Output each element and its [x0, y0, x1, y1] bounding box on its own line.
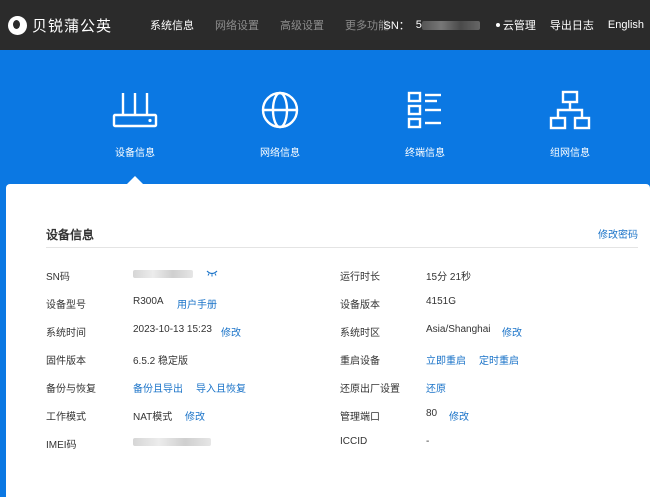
tab-client-info[interactable]: 终端信息 — [380, 90, 470, 159]
main-nav: 系统信息 网络设置 高级设置 更多功能 — [150, 17, 410, 33]
nav-more-features[interactable]: 更多功能 — [345, 17, 389, 33]
backup-export-link[interactable]: 备份且导出 — [133, 380, 183, 395]
import-restore-link[interactable]: 导入且恢复 — [196, 380, 246, 395]
imei-redacted — [133, 438, 211, 446]
uptime-label: 运行时长 — [340, 272, 380, 283]
uptime-value: 15分 21秒 — [426, 272, 472, 283]
panel-title: 设备信息 — [46, 228, 95, 242]
language-switch[interactable]: English — [608, 19, 644, 31]
edit-port-link[interactable]: 修改 — [449, 408, 469, 423]
mgmt-port-value: 80 — [426, 408, 438, 419]
tab-network-info[interactable]: 网络信息 — [235, 90, 325, 159]
info-row-backup: 备份与恢复 备份且导出 导入且恢复 还原出厂设置 还原 — [46, 380, 638, 396]
firmware-value: 6.5.2 稳定版 — [133, 356, 189, 367]
timezone-value: Asia/Shanghai — [426, 324, 491, 335]
globe-icon — [261, 91, 299, 129]
nav-system-info[interactable]: 系统信息 — [150, 17, 194, 33]
tab-networking-info[interactable]: 组网信息 — [525, 90, 615, 159]
router-icon — [112, 93, 158, 128]
top-bar: 贝锐蒲公英 系统信息 网络设置 高级设置 更多功能 SN： 5 云管理 导出日志 … — [0, 0, 650, 50]
imei-label: IMEI码 — [46, 440, 77, 451]
scheduled-reboot-link[interactable]: 定时重启 — [479, 352, 519, 367]
work-mode-label: 工作模式 — [46, 412, 86, 423]
timezone-label: 系统时区 — [340, 328, 380, 339]
panel-header: 设备信息 修改密码 — [46, 224, 638, 248]
device-info-panel: 设备信息 修改密码 SN码 运行时长 15分 21秒 设备型号 R300A 用户… — [6, 184, 650, 497]
nav-network-settings[interactable]: 网络设置 — [215, 17, 259, 33]
info-row-time: 系统时间 2023-10-13 15:23 修改 系统时区 Asia/Shang… — [46, 324, 638, 340]
edit-time-link[interactable]: 修改 — [221, 324, 241, 339]
system-time-value: 2023-10-13 15:23 — [133, 324, 212, 335]
dot-icon — [495, 23, 500, 27]
active-tab-indicator — [127, 176, 143, 184]
device-version-value: 4151G — [426, 296, 457, 307]
tab-label: 终端信息 — [405, 148, 445, 159]
sn-redacted — [421, 20, 480, 30]
list-icon — [407, 91, 441, 129]
tab-device-info[interactable]: 设备信息 — [90, 90, 180, 159]
header-actions: SN： 5 云管理 导出日志 English — [384, 0, 644, 50]
mgmt-port-label: 管理端口 — [340, 412, 380, 423]
brand-logo[interactable]: 贝锐蒲公英 — [8, 15, 112, 36]
change-password-link[interactable]: 修改密码 — [598, 226, 638, 241]
factory-reset-link[interactable]: 还原 — [426, 380, 446, 395]
brand-icon — [8, 15, 27, 35]
info-tabs-banner: 设备信息 网络信息 终端信息 组网信息 — [0, 50, 650, 184]
factory-reset-label: 还原出厂设置 — [340, 384, 400, 395]
model-label: 设备型号 — [46, 300, 86, 311]
reboot-now-link[interactable]: 立即重启 — [426, 352, 466, 367]
eye-closed-icon[interactable] — [206, 269, 218, 277]
user-manual-link[interactable]: 用户手册 — [177, 296, 217, 311]
sn-label: SN： — [383, 20, 410, 32]
iccid-label: ICCID — [340, 436, 368, 447]
info-row-model: 设备型号 R300A 用户手册 设备版本 4151G — [46, 296, 638, 312]
tab-label: 网络信息 — [260, 148, 300, 159]
cloud-manage-link[interactable]: 云管理 — [495, 17, 536, 33]
nav-advanced-settings[interactable]: 高级设置 — [280, 17, 324, 33]
sn-code-label: SN码 — [46, 272, 70, 283]
edit-mode-link[interactable]: 修改 — [185, 408, 205, 423]
tab-label: 组网信息 — [550, 148, 590, 159]
iccid-value: - — [426, 436, 430, 447]
work-mode-value: NAT模式 — [133, 412, 173, 423]
backup-restore-label: 备份与恢复 — [46, 384, 96, 395]
model-value: R300A — [133, 296, 164, 307]
info-row-firmware: 固件版本 6.5.2 稳定版 重启设备 立即重启 定时重启 — [46, 352, 638, 368]
network-topology-icon — [549, 90, 591, 130]
brand-name: 贝锐蒲公英 — [32, 17, 113, 35]
reboot-label: 重启设备 — [340, 356, 380, 367]
system-time-label: 系统时间 — [46, 328, 86, 339]
export-log-link[interactable]: 导出日志 — [550, 17, 594, 33]
firmware-label: 固件版本 — [46, 356, 86, 367]
sn-code-redacted — [133, 270, 193, 278]
info-row-imei: IMEI码 ICCID - — [46, 436, 638, 452]
edit-timezone-link[interactable]: 修改 — [502, 324, 522, 339]
tab-label: 设备信息 — [115, 148, 155, 159]
device-version-label: 设备版本 — [340, 300, 380, 311]
info-row-mode: 工作模式 NAT模式 修改 管理端口 80 修改 — [46, 408, 638, 424]
info-row-sn: SN码 运行时长 15分 21秒 — [46, 268, 638, 284]
